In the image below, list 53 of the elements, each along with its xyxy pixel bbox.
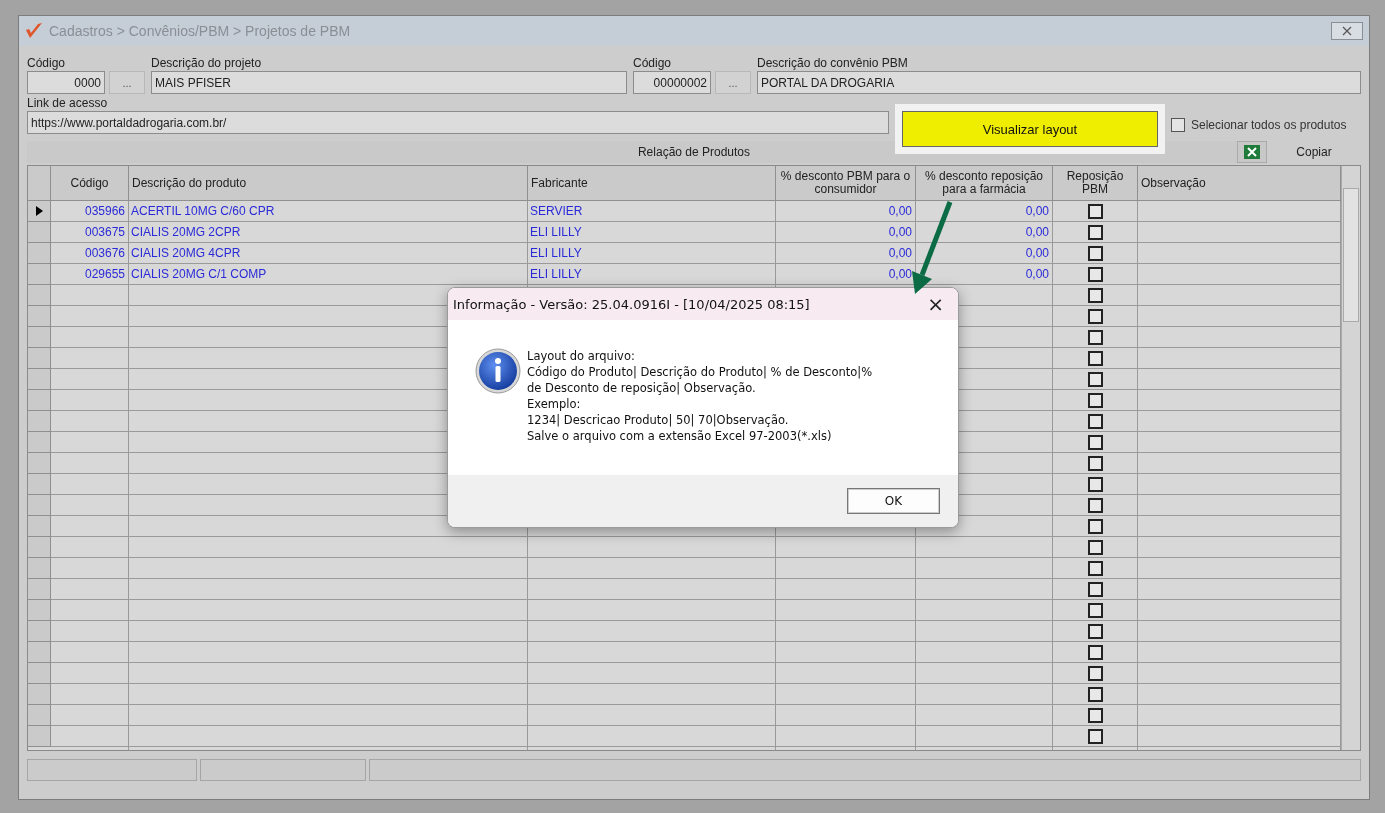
field-label: Descrição do convênio PBM	[757, 56, 909, 71]
column-header: Fabricante	[528, 166, 776, 201]
table-cell-text: 029655	[83, 266, 126, 283]
table-cell-text: 0,00	[1024, 266, 1050, 283]
lookup-button[interactable]: ...	[715, 71, 751, 94]
view-layout-button[interactable]: Visualizar layout	[902, 111, 1158, 147]
table-cell-text: 0,00	[887, 224, 913, 241]
column-header: Código	[51, 166, 129, 201]
table-cell-text: ELI LILLY	[529, 266, 583, 283]
field-label: Link de acesso	[27, 96, 109, 111]
close-button[interactable]: ×	[919, 294, 952, 314]
section-title: Relação de Produtos	[636, 145, 752, 159]
field-label: Descrição do projeto	[151, 56, 263, 71]
window-title: Cadastros > Convênios/PBM > Projetos de PBM	[49, 23, 352, 39]
column-header: Reposição PBM	[1053, 166, 1138, 201]
checkbox-label: Selecionar todos os produtos	[1191, 118, 1347, 132]
ok-button[interactable]: OK	[847, 488, 940, 514]
table-cell-text: 0,00	[887, 266, 913, 283]
table-cell-text: CIALIS 20MG 4CPR	[130, 245, 242, 262]
table-cell-text: 0,00	[887, 203, 913, 220]
lookup-button[interactable]: ...	[109, 71, 145, 94]
table-cell-text: 0,00	[1024, 203, 1050, 220]
table-cell-text: ELI LILLY	[529, 245, 583, 262]
table-cell-text: 0,00	[1024, 245, 1050, 262]
link-field[interactable]: https://www.portaldadrogaria.com.br/	[27, 111, 889, 134]
message-line: de Desconto de reposição| Observação.	[527, 380, 757, 396]
message-line: Código do Produto| Descrição do Produto| % de Desconto|%	[527, 364, 873, 380]
column-header: % desconto reposição para a farmácia	[916, 166, 1053, 201]
message-line: Salve o arquivo com a extensão Excel 97-2003(*.xls)	[527, 428, 833, 444]
column-header: Observação	[1138, 166, 1341, 201]
agreement-description-field[interactable]: PORTAL DA DROGARIA	[757, 71, 1361, 94]
column-header: % desconto PBM para o consumidor	[776, 166, 916, 201]
table-cell-text: 0,00	[1024, 224, 1050, 241]
message-line: Layout do arquivo:	[527, 348, 636, 364]
table-cell-text: ACERTIL 10MG C/60 CPR	[130, 203, 276, 220]
field-label: Código	[633, 56, 673, 71]
message-line: Exemplo:	[527, 396, 582, 412]
table-cell-text: CIALIS 20MG C/1 COMP	[130, 266, 268, 283]
table-cell-text: 0,00	[887, 245, 913, 262]
table-cell-text: CIALIS 20MG 2CPR	[130, 224, 242, 241]
column-header: Descrição do produto	[129, 166, 528, 201]
table-cell-text: SERVIER	[529, 203, 584, 220]
dialog-title: Informação - Versão: 25.04.0916I - [10/04/2025 08:15]	[453, 296, 810, 312]
field-label: Código	[27, 56, 67, 71]
code-field[interactable]: 0000	[27, 71, 105, 94]
project-description-field[interactable]: MAIS PFISER	[151, 71, 627, 94]
table-cell-text: 003676	[83, 245, 126, 262]
table-cell-text: ELI LILLY	[529, 224, 583, 241]
table-cell-text: 035966	[83, 203, 126, 220]
table-cell-text: 003675	[83, 224, 126, 241]
message-line: 1234| Descricao Produto| 50| 70|Observação.	[527, 412, 790, 428]
copy-button[interactable]: Copiar	[1267, 141, 1361, 163]
code-field[interactable]: 00000002	[633, 71, 711, 94]
